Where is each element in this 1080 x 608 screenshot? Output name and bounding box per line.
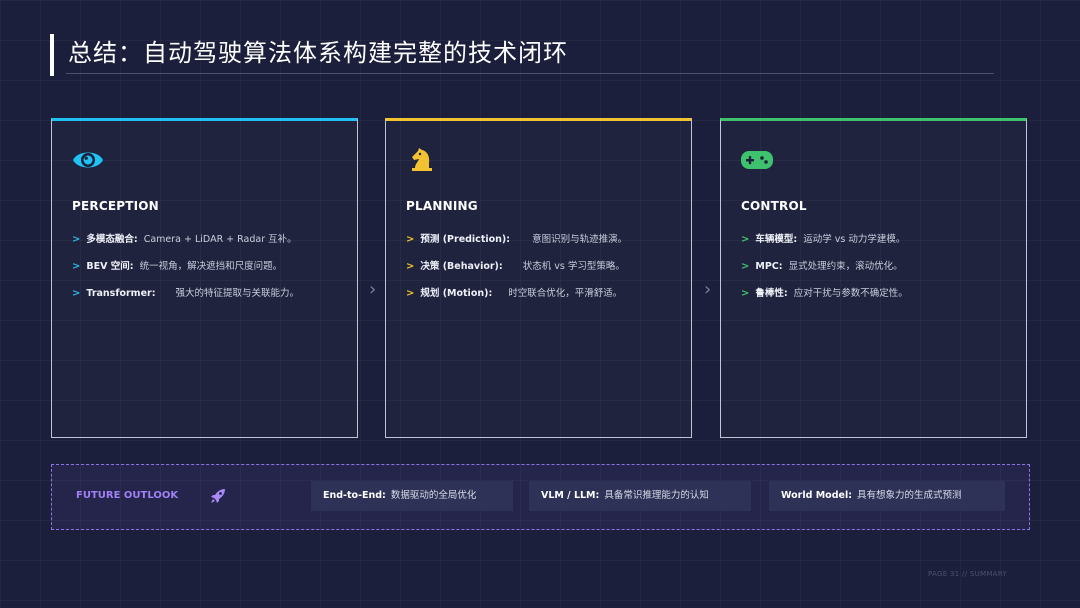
planning-card: PLANNING > 预测 (Prediction): 意图识别与轨迹推演。 >…	[385, 118, 692, 438]
perception-card: PERCEPTION > 多模态融合: Camera + LiDAR + Rad…	[51, 118, 358, 438]
list-item: > 规划 (Motion): 时空联合优化，平滑舒适。	[406, 287, 676, 314]
rocket-icon	[211, 489, 225, 503]
item-value: 强大的特征提取与关联能力。	[175, 288, 300, 299]
list-item: > 决策 (Behavior): 状态机 vs 学习型策略。	[406, 260, 676, 287]
list-item: > Transformer: 强大的特征提取与关联能力。	[72, 287, 342, 314]
title-divider	[66, 73, 994, 74]
item-value: 状态机 vs 学习型策略。	[522, 261, 625, 272]
item-value: 应对干扰与参数不确定性。	[793, 288, 908, 299]
outlook-label: FUTURE OUTLOOK	[76, 490, 179, 501]
planning-list: > 预测 (Prediction): 意图识别与轨迹推演。 > 决策 (Beha…	[406, 233, 676, 314]
item-key: 预测 (Prediction):	[420, 234, 511, 245]
chevron-right-icon: >	[406, 261, 415, 272]
chevron-right-icon: >	[741, 234, 750, 245]
item-key: Transformer:	[86, 288, 156, 299]
item-value: Camera + LiDAR + Radar 互补。	[143, 234, 297, 245]
list-item: > BEV 空间: 统一视角，解决遮挡和尺度问题。	[72, 260, 342, 287]
control-list: > 车辆模型: 运动学 vs 动力学建模。 > MPC: 显式处理约束，滚动优化…	[741, 233, 1011, 314]
outlook-item: End-to-End: 数据驱动的全局优化	[311, 481, 513, 511]
chevron-right-icon: >	[72, 288, 81, 299]
item-value: 时空联合优化，平滑舒适。	[508, 288, 623, 299]
flow-arrow-icon: ›	[369, 279, 377, 300]
outlook-item-key: End-to-End:	[323, 490, 386, 501]
page-footer: PAGE 31 // SUMMARY	[928, 570, 1008, 578]
item-value: 意图识别与轨迹推演。	[532, 234, 628, 245]
future-outlook-panel: FUTURE OUTLOOK End-to-End: 数据驱动的全局优化 VLM…	[51, 464, 1030, 530]
outlook-item-value: 具有想象力的生成式预测	[857, 490, 962, 501]
item-key: 规划 (Motion):	[420, 288, 493, 299]
outlook-item-key: World Model:	[781, 490, 852, 501]
item-value: 显式处理约束，滚动优化。	[788, 261, 903, 272]
list-item: > 鲁棒性: 应对干扰与参数不确定性。	[741, 287, 1011, 314]
chevron-right-icon: >	[741, 288, 750, 299]
flow-arrow-icon: ›	[704, 279, 712, 300]
list-item: > 多模态融合: Camera + LiDAR + Radar 互补。	[72, 233, 342, 260]
chevron-right-icon: >	[406, 288, 415, 299]
card-title: PERCEPTION	[72, 199, 159, 213]
list-item: > 预测 (Prediction): 意图识别与轨迹推演。	[406, 233, 676, 260]
item-key: 决策 (Behavior):	[420, 261, 503, 272]
outlook-item: World Model: 具有想象力的生成式预测	[769, 481, 1005, 511]
item-value: 运动学 vs 动力学建模。	[803, 234, 906, 245]
chevron-right-icon: >	[406, 234, 415, 245]
gamepad-icon	[741, 151, 773, 169]
chevron-right-icon: >	[741, 261, 750, 272]
list-item: > MPC: 显式处理约束，滚动优化。	[741, 260, 1011, 287]
outlook-item-value: 数据驱动的全局优化	[390, 490, 477, 501]
outlook-item: VLM / LLM: 具备常识推理能力的认知	[529, 481, 751, 511]
outlook-item-key: VLM / LLM:	[541, 490, 600, 501]
title-accent-bar	[50, 34, 54, 76]
item-key: 多模态融合:	[86, 234, 138, 245]
chevron-right-icon: >	[72, 261, 81, 272]
chess-knight-icon	[412, 148, 432, 171]
perception-list: > 多模态融合: Camera + LiDAR + Radar 互补。 > BE…	[72, 233, 342, 314]
card-title: CONTROL	[741, 199, 807, 213]
item-key: MPC:	[755, 261, 783, 272]
chevron-right-icon: >	[72, 234, 81, 245]
control-card: CONTROL > 车辆模型: 运动学 vs 动力学建模。 > MPC: 显式处…	[720, 118, 1027, 438]
page-title: 总结：自动驾驶算法体系构建完整的技术闭环	[68, 39, 568, 67]
item-key: 鲁棒性:	[755, 288, 788, 299]
outlook-item-value: 具备常识推理能力的认知	[604, 490, 709, 501]
item-key: BEV 空间:	[86, 261, 134, 272]
item-key: 车辆模型:	[755, 234, 798, 245]
item-value: 统一视角，解决遮挡和尺度问题。	[139, 261, 283, 272]
eye-icon	[73, 152, 103, 168]
card-title: PLANNING	[406, 199, 478, 213]
list-item: > 车辆模型: 运动学 vs 动力学建模。	[741, 233, 1011, 260]
